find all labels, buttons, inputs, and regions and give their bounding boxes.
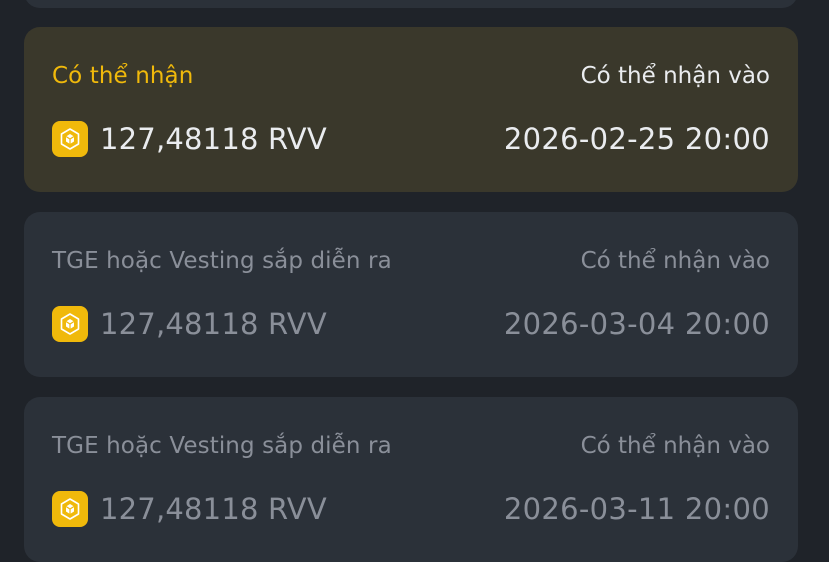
- token-amount: 127,48118 RVV: [100, 492, 327, 526]
- bnb-token-icon: [52, 491, 88, 527]
- claim-date-label: Có thể nhận vào: [580, 433, 770, 459]
- claim-date: 2026-02-25 20:00: [503, 122, 770, 156]
- vesting-card-upcoming[interactable]: TGE hoặc Vesting sắp diễn ra Có thể nhận…: [24, 397, 798, 562]
- vesting-card-claimable[interactable]: Có thể nhận Có thể nhận vào 127,48118 RV…: [24, 27, 798, 192]
- bnb-token-icon: [52, 306, 88, 342]
- status-label: TGE hoặc Vesting sắp diễn ra: [52, 248, 392, 274]
- token-amount: 127,48118 RVV: [100, 307, 327, 341]
- claim-date-label: Có thể nhận vào: [580, 248, 770, 274]
- status-label: Có thể nhận: [52, 63, 194, 89]
- vesting-card-previous[interactable]: [24, 0, 798, 8]
- bnb-token-icon: [52, 121, 88, 157]
- claim-date-label: Có thể nhận vào: [580, 63, 770, 89]
- token-amount: 127,48118 RVV: [100, 122, 327, 156]
- status-label: TGE hoặc Vesting sắp diễn ra: [52, 433, 392, 459]
- claim-date: 2026-03-04 20:00: [503, 307, 770, 341]
- claim-date: 2026-03-11 20:00: [503, 492, 770, 526]
- vesting-card-upcoming[interactable]: TGE hoặc Vesting sắp diễn ra Có thể nhận…: [24, 212, 798, 377]
